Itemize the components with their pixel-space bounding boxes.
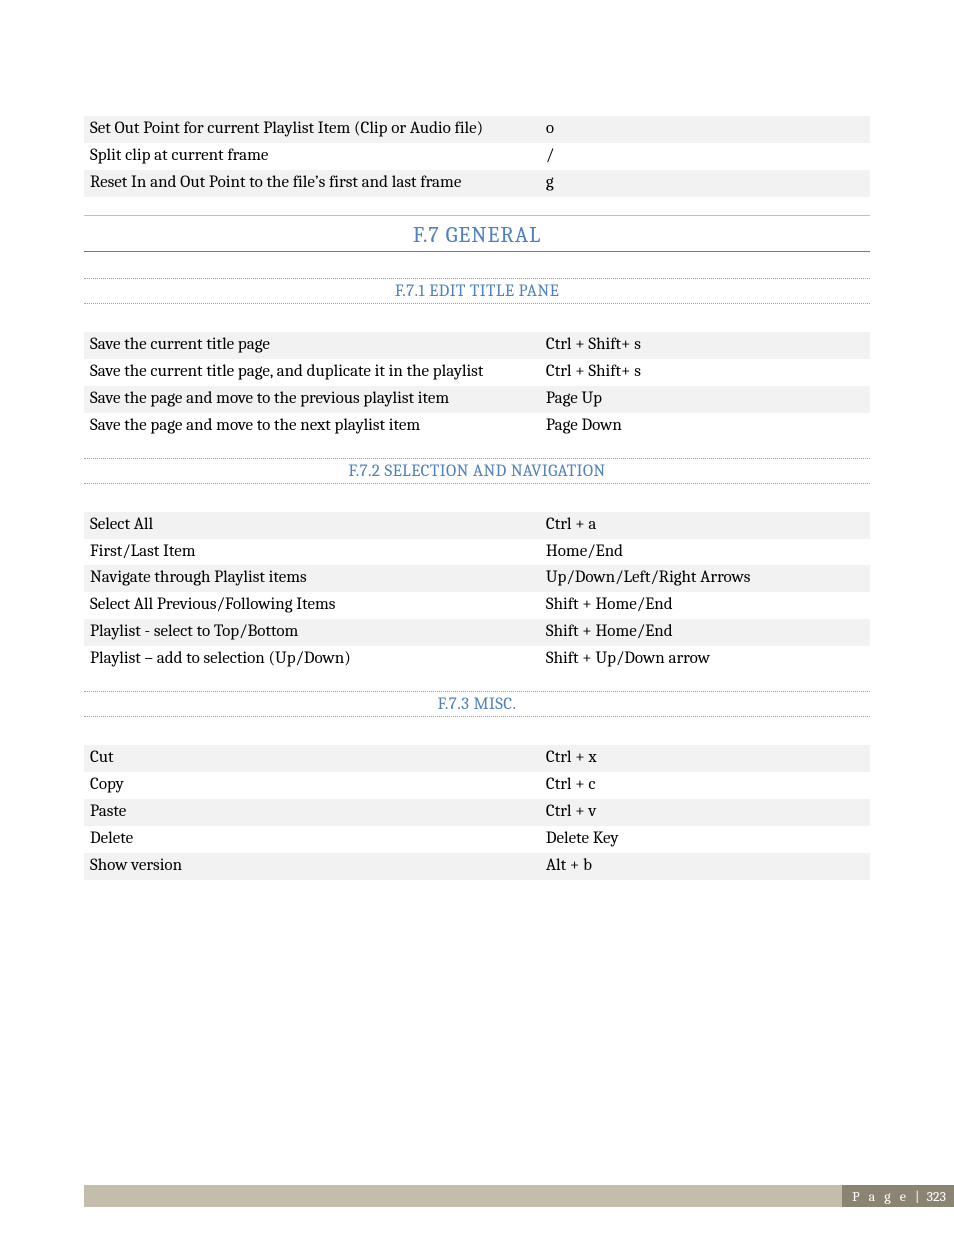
row-action: Set Out Point for current Playlist Item … <box>84 116 540 143</box>
heading-misc: F.7.3 MISC. <box>84 691 870 717</box>
row-action: Select All Previous/Following Items <box>84 592 540 619</box>
row-key: Ctrl + c <box>540 772 870 799</box>
row-action: First/Last Item <box>84 539 540 566</box>
row-key: g <box>540 170 870 197</box>
row-key: Ctrl + v <box>540 799 870 826</box>
row-action: Playlist – add to selection (Up/Down) <box>84 646 540 673</box>
footer-bar <box>84 1185 842 1207</box>
table-row: Save the page and move to the previous p… <box>84 386 870 413</box>
row-action: Cut <box>84 745 540 772</box>
row-action: Reset In and Out Point to the file’s fir… <box>84 170 540 197</box>
row-key: Shift + Up/Down arrow <box>540 646 870 673</box>
row-key: Alt + b <box>540 853 870 880</box>
row-action: Navigate through Playlist items <box>84 565 540 592</box>
heading-selection-navigation: F.7.2 SELECTION AND NAVIGATION <box>84 458 870 484</box>
footer-page-number: 323 <box>926 1188 946 1205</box>
row-action: Copy <box>84 772 540 799</box>
shortcut-table-top: Set Out Point for current Playlist Item … <box>84 116 870 197</box>
row-key: Up/Down/Left/Right Arrows <box>540 565 870 592</box>
row-key: Ctrl + Shift+ s <box>540 332 870 359</box>
row-key: Shift + Home/End <box>540 619 870 646</box>
row-key: Ctrl + Shift+ s <box>540 359 870 386</box>
table-row: Save the current title page Ctrl + Shift… <box>84 332 870 359</box>
shortcut-table-selection-nav: Select All Ctrl + a First/Last Item Home… <box>84 512 870 674</box>
row-key: / <box>540 143 870 170</box>
row-action: Select All <box>84 512 540 539</box>
table-row: Paste Ctrl + v <box>84 799 870 826</box>
heading-edit-title-pane: F.7.1 EDIT TITLE PANE <box>84 278 870 304</box>
table-row: Cut Ctrl + x <box>84 745 870 772</box>
table-row: Playlist – add to selection (Up/Down) Sh… <box>84 646 870 673</box>
row-action: Show version <box>84 853 540 880</box>
table-row: Reset In and Out Point to the file’s fir… <box>84 170 870 197</box>
row-key: Ctrl + x <box>540 745 870 772</box>
table-row: Save the current title page, and duplica… <box>84 359 870 386</box>
row-action: Save the page and move to the next playl… <box>84 413 540 440</box>
row-action: Save the current title page, and duplica… <box>84 359 540 386</box>
footer-page-label: P a g e | <box>852 1188 922 1205</box>
document-page: Set Out Point for current Playlist Item … <box>0 0 954 1235</box>
row-action: Split clip at current frame <box>84 143 540 170</box>
row-key: Delete Key <box>540 826 870 853</box>
table-row: Select All Previous/Following Items Shif… <box>84 592 870 619</box>
heading-general: F.7 GENERAL <box>84 215 870 252</box>
row-action: Paste <box>84 799 540 826</box>
shortcut-table-edit-title-pane: Save the current title page Ctrl + Shift… <box>84 332 870 440</box>
row-key: o <box>540 116 870 143</box>
row-key: Page Down <box>540 413 870 440</box>
table-row: First/Last Item Home/End <box>84 539 870 566</box>
table-row: Set Out Point for current Playlist Item … <box>84 116 870 143</box>
table-row: Select All Ctrl + a <box>84 512 870 539</box>
table-row: Copy Ctrl + c <box>84 772 870 799</box>
row-key: Shift + Home/End <box>540 592 870 619</box>
row-key: Home/End <box>540 539 870 566</box>
table-row: Navigate through Playlist items Up/Down/… <box>84 565 870 592</box>
shortcut-table-misc: Cut Ctrl + x Copy Ctrl + c Paste Ctrl + … <box>84 745 870 880</box>
table-row: Save the page and move to the next playl… <box>84 413 870 440</box>
row-action: Save the page and move to the previous p… <box>84 386 540 413</box>
table-row: Delete Delete Key <box>84 826 870 853</box>
row-action: Delete <box>84 826 540 853</box>
table-row: Split clip at current frame / <box>84 143 870 170</box>
row-key: Page Up <box>540 386 870 413</box>
row-action: Playlist - select to Top/Bottom <box>84 619 540 646</box>
footer-page-box: P a g e | 323 <box>842 1185 954 1207</box>
row-action: Save the current title page <box>84 332 540 359</box>
table-row: Playlist - select to Top/Bottom Shift + … <box>84 619 870 646</box>
table-row: Show version Alt + b <box>84 853 870 880</box>
page-footer: P a g e | 323 <box>84 1185 954 1207</box>
row-key: Ctrl + a <box>540 512 870 539</box>
